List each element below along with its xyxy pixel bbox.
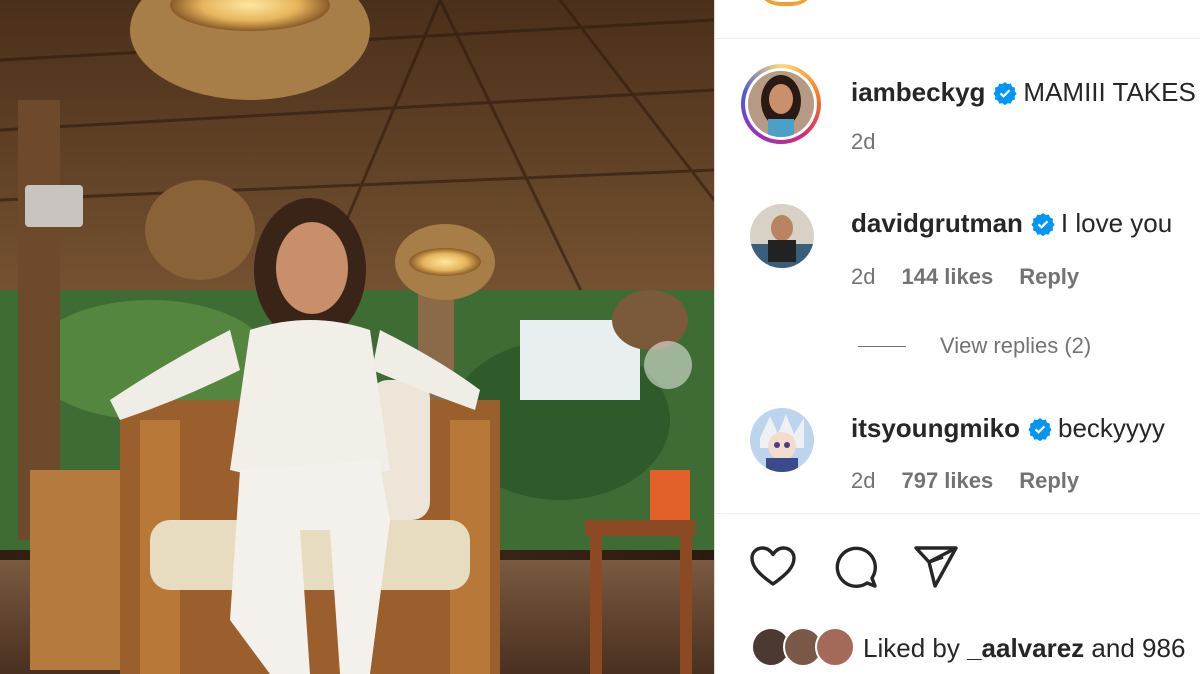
comment-meta: 2d 797 likes Reply	[851, 468, 1079, 494]
photo-scene	[0, 0, 714, 674]
liked-by-suffix[interactable]: and 986	[1091, 633, 1185, 664]
author-avatar[interactable]	[741, 64, 821, 144]
liked-by-avatars[interactable]	[751, 627, 855, 669]
liked-by-prefix: Liked by	[863, 632, 960, 663]
comment-row: itsyoungmiko beckyyyy	[851, 413, 1165, 444]
liker-avatar	[815, 627, 855, 667]
commenter-avatar-image	[750, 204, 814, 268]
comment-row: davidgrutman I love you	[851, 208, 1172, 239]
comment-time[interactable]: 2d	[851, 468, 875, 494]
comment-icon[interactable]	[831, 543, 879, 591]
liked-by-row: Liked by _aalvarez and 986	[751, 627, 1185, 669]
header-separator	[715, 38, 1200, 39]
verified-icon	[1031, 212, 1055, 236]
comment-text: beckyyyy	[1058, 413, 1165, 443]
view-replies-label: View replies (2)	[940, 333, 1092, 358]
heart-icon[interactable]	[749, 543, 797, 591]
caption-meta: 2d	[851, 129, 875, 155]
view-replies-button[interactable]: View replies (2)	[858, 333, 1091, 359]
reply-button[interactable]: Reply	[1019, 264, 1079, 290]
comment-username[interactable]: davidgrutman	[851, 208, 1023, 239]
liked-by-user[interactable]: _aalvarez	[967, 633, 1084, 664]
actions-separator	[715, 513, 1200, 514]
author-avatar-image	[748, 71, 814, 137]
post-photo[interactable]	[0, 0, 714, 674]
comment-username[interactable]: itsyoungmiko	[851, 413, 1020, 444]
comment-avatar[interactable]	[750, 204, 814, 268]
comment-likes[interactable]: 797 likes	[901, 468, 993, 494]
caption-text: MAMIII TAKES	[1023, 77, 1196, 107]
share-icon[interactable]	[912, 543, 960, 591]
commenter-avatar-image	[750, 408, 814, 472]
caption-time[interactable]: 2d	[851, 129, 875, 155]
view-replies-line	[858, 345, 906, 347]
verified-icon	[1028, 417, 1052, 441]
author-username[interactable]: iambeckyg	[851, 77, 985, 108]
reply-button[interactable]: Reply	[1019, 468, 1079, 494]
comment-time[interactable]: 2d	[851, 264, 875, 290]
caption-row: iambeckyg MAMIII TAKES	[851, 77, 1196, 108]
comments-pane: iambeckyg MAMIII TAKES 2d davidgrutman I…	[715, 0, 1200, 674]
comment-meta: 2d 144 likes Reply	[851, 264, 1079, 290]
comment-avatar[interactable]	[750, 408, 814, 472]
verified-icon	[993, 81, 1018, 105]
header-avatar-ring[interactable]	[755, 0, 817, 6]
comment-likes[interactable]: 144 likes	[901, 264, 993, 290]
comment-text: I love you	[1060, 208, 1173, 238]
